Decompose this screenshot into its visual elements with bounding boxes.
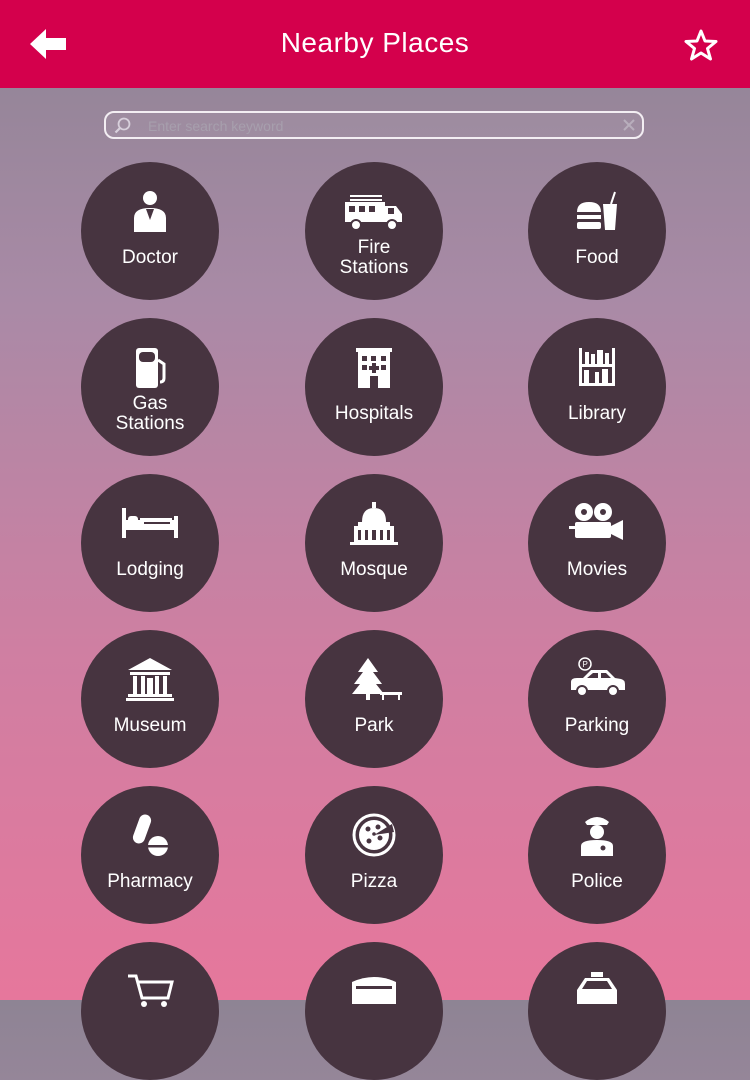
category-pharmacy[interactable]: Pharmacy (81, 786, 219, 924)
shopping-cart-icon (128, 974, 174, 1007)
hospital-building-icon (356, 348, 392, 388)
category-food[interactable]: Food (528, 162, 666, 300)
police-officer-icon (581, 817, 613, 856)
pizza-icon (352, 813, 396, 857)
burger-drink-icon (577, 191, 617, 230)
category-gas-stations[interactable]: Gas Stations (81, 318, 219, 456)
category-label: Library (567, 403, 627, 424)
category-shopping[interactable] (81, 942, 219, 1080)
taxi-icon (577, 972, 617, 1004)
gas-pump-icon (136, 348, 166, 388)
category-label: Pharmacy (107, 871, 193, 892)
svg-text:P: P (583, 660, 588, 669)
category-label: Fire Stations (339, 237, 409, 278)
bed-icon (122, 508, 178, 538)
category-taxi[interactable] (528, 942, 666, 1080)
tree-bench-icon (352, 658, 402, 700)
category-stadium[interactable] (305, 942, 443, 1080)
category-doctor[interactable]: Doctor (81, 162, 219, 300)
category-park[interactable]: Park (305, 630, 443, 768)
category-label: Park (354, 715, 394, 736)
category-mosque[interactable]: Mosque (305, 474, 443, 612)
category-lodging[interactable]: Lodging (81, 474, 219, 612)
category-label: Food (575, 247, 619, 268)
fire-truck-icon (345, 195, 402, 231)
category-label: Movies (566, 559, 628, 580)
category-grid: Doctor Fire Stations Food Gas Stations H… (0, 0, 750, 1080)
category-hospitals[interactable]: Hospitals (305, 318, 443, 456)
category-police[interactable]: Police (528, 786, 666, 924)
category-label: Hospitals (334, 403, 414, 424)
category-label: Doctor (122, 247, 178, 268)
category-label: Mosque (340, 559, 408, 580)
car-parking-icon: P (571, 657, 625, 697)
category-pizza[interactable]: Pizza (305, 786, 443, 924)
stadium-icon (352, 977, 396, 1004)
category-label: Museum (113, 715, 187, 736)
category-label: Pizza (350, 871, 398, 892)
category-library[interactable]: Library (528, 318, 666, 456)
pill-icon (132, 814, 168, 856)
category-movies[interactable]: Movies (528, 474, 666, 612)
category-label: Parking (564, 715, 630, 736)
category-label: Police (571, 871, 623, 892)
film-projector-icon (569, 503, 623, 540)
category-museum[interactable]: Museum (81, 630, 219, 768)
museum-building-icon (126, 658, 174, 701)
category-label: Lodging (116, 559, 184, 580)
dome-building-icon (350, 502, 398, 545)
category-parking[interactable]: P Parking (528, 630, 666, 768)
doctor-icon (134, 191, 166, 232)
category-label: Gas Stations (115, 393, 185, 434)
category-fire-stations[interactable]: Fire Stations (305, 162, 443, 300)
bookshelf-icon (579, 348, 615, 386)
